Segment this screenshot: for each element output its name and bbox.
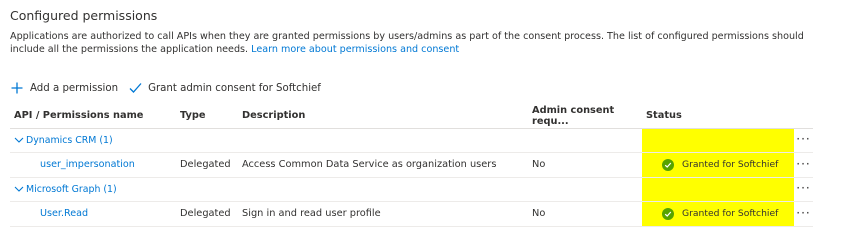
status-highlight [642, 128, 794, 152]
column-header-name[interactable]: API / Permissions name [10, 104, 176, 129]
chevron-down-icon [14, 137, 24, 143]
permission-name-link[interactable]: User.Read [14, 208, 88, 219]
status-badge: Granted for Softchief [662, 207, 779, 220]
add-permission-label: Add a permission [30, 82, 119, 94]
column-header-actions [794, 104, 813, 129]
permission-row: User.Read Delegated Sign in and read use… [10, 201, 813, 227]
api-group-toggle[interactable]: Dynamics CRM (1) [14, 135, 170, 146]
api-group-row: Dynamics CRM (1) ··· [10, 128, 813, 153]
column-header-admin-consent[interactable]: Admin consent requ... [528, 104, 642, 129]
grant-admin-consent-button[interactable]: Grant admin consent for Softchief [128, 81, 321, 95]
add-permission-button[interactable]: Add a permission [10, 81, 118, 95]
table-header-row: API / Permissions name Type Description … [10, 104, 813, 129]
column-header-type[interactable]: Type [176, 104, 238, 129]
permission-name-link[interactable]: user_impersonation [14, 159, 135, 170]
permission-type: Delegated [176, 152, 238, 178]
success-check-icon [662, 158, 674, 171]
chevron-down-icon [14, 186, 24, 192]
learn-more-link[interactable]: Learn more about permissions and consent [251, 44, 459, 55]
grant-admin-consent-label: Grant admin consent for Softchief [148, 82, 321, 94]
more-icon[interactable]: ··· [796, 132, 810, 146]
column-header-description[interactable]: Description [238, 104, 528, 129]
status-text: Granted for Softchief [682, 159, 779, 170]
permission-row: user_impersonation Delegated Access Comm… [10, 152, 813, 178]
api-group-toggle[interactable]: Microsoft Graph (1) [14, 184, 170, 195]
api-group-row: Microsoft Graph (1) ··· [10, 177, 813, 202]
api-group-label: Microsoft Graph (1) [26, 183, 117, 195]
column-header-status[interactable]: Status [642, 104, 794, 129]
section-title: Configured permissions [10, 8, 158, 23]
permission-type: Delegated [176, 201, 238, 227]
section-description: Applications are authorized to call APIs… [10, 30, 840, 56]
admin-consent-value: No [528, 201, 642, 227]
more-icon[interactable]: ··· [796, 157, 810, 171]
checkmark-icon [128, 81, 142, 95]
status-highlight: Granted for Softchief [642, 152, 794, 177]
plus-icon [10, 81, 24, 95]
permissions-table: API / Permissions name Type Description … [10, 104, 813, 227]
permission-description: Access Common Data Service as organizati… [238, 152, 528, 178]
permission-description: Sign in and read user profile [238, 201, 528, 227]
status-highlight: Granted for Softchief [642, 201, 794, 226]
more-icon[interactable]: ··· [796, 206, 810, 220]
success-check-icon [662, 207, 674, 220]
status-badge: Granted for Softchief [662, 158, 779, 171]
toolbar: Add a permission Grant admin consent for… [10, 80, 321, 96]
api-group-label: Dynamics CRM (1) [26, 134, 113, 146]
admin-consent-value: No [528, 152, 642, 178]
more-icon[interactable]: ··· [796, 181, 810, 195]
status-highlight [642, 177, 794, 201]
status-text: Granted for Softchief [682, 208, 779, 219]
